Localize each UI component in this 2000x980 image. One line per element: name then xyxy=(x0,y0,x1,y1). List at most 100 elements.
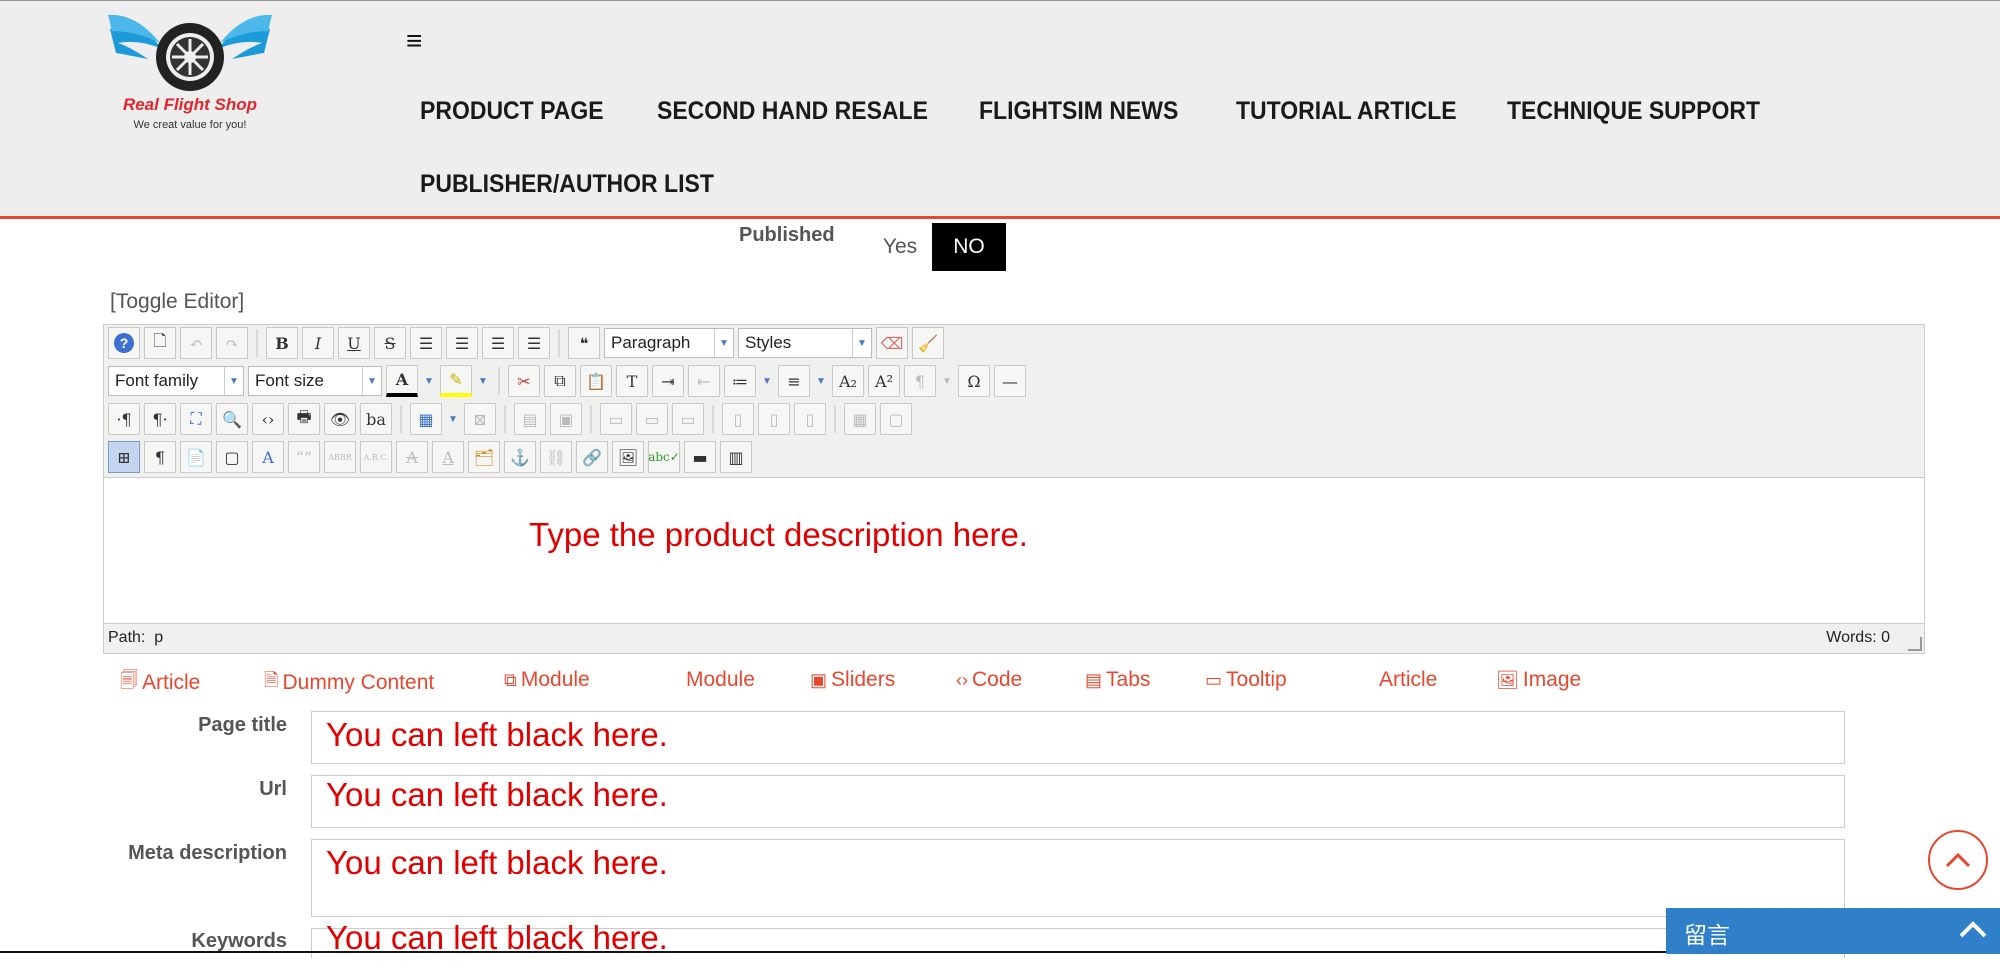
delete-column-icon[interactable]: ▯ xyxy=(794,403,826,435)
paste-icon[interactable]: 📋 xyxy=(580,365,612,397)
nav-second-hand-resale[interactable]: SECOND HAND RESALE xyxy=(657,97,928,126)
numbered-list-icon[interactable]: ≔ xyxy=(724,365,756,397)
chevron-down-icon[interactable]: ▼ xyxy=(476,365,490,397)
outdent-icon[interactable]: ⇤ xyxy=(688,365,720,397)
site-logo[interactable]: Real Flight Shop We creat value for you! xyxy=(100,9,280,139)
nav-tutorial-article[interactable]: TUTORIAL ARTICLE xyxy=(1236,97,1457,126)
styles-select[interactable]: Styles ▼ xyxy=(738,328,872,358)
keywords-input[interactable]: You can left black here. xyxy=(311,919,1845,958)
insert-row-before-icon[interactable]: ▭ xyxy=(600,403,632,435)
published-no-button[interactable]: NO xyxy=(932,223,1006,271)
chevron-down-icon[interactable]: ▼ xyxy=(814,365,828,397)
source-code-icon[interactable]: ‹› xyxy=(252,403,284,435)
blockquote-icon[interactable]: ❝ xyxy=(568,327,600,359)
editor-content-area[interactable]: Type the product description here. xyxy=(104,478,1924,625)
ext-dummy-content-button[interactable]: 🗎 Dummy Content xyxy=(264,668,434,698)
show-blocks-icon[interactable]: ¶ xyxy=(144,441,176,473)
layer-icon[interactable]: ▢ xyxy=(216,441,248,473)
link-icon[interactable]: 🔗 xyxy=(576,441,608,473)
ext-sliders-button[interactable]: ▣ Sliders xyxy=(810,668,895,692)
special-character-icon[interactable]: Ω xyxy=(958,365,990,397)
preview-icon[interactable]: 🔍 xyxy=(216,403,248,435)
nav-publisher-author-list[interactable]: PUBLISHER/AUTHOR LIST xyxy=(420,170,714,199)
paste-text-icon[interactable]: T xyxy=(616,365,648,397)
merge-cells-icon[interactable]: ▢ xyxy=(880,403,912,435)
abbreviation-icon[interactable]: ABBR xyxy=(324,441,356,473)
scroll-to-top-button[interactable] xyxy=(1928,830,1988,890)
deletion-icon[interactable]: A xyxy=(396,441,428,473)
cut-icon[interactable]: ✂ xyxy=(508,365,540,397)
unlink-icon[interactable]: ⛓ xyxy=(540,441,572,473)
chevron-down-icon[interactable]: ▼ xyxy=(760,365,774,397)
ext-code-button[interactable]: ‹› Code xyxy=(956,668,1022,692)
search-binoculars-icon[interactable]: 👁 xyxy=(324,403,356,435)
bold-icon[interactable]: B xyxy=(266,327,298,359)
menu-hamburger-icon[interactable]: ≡ xyxy=(406,27,422,55)
ext-article-link-button[interactable]: Article xyxy=(1379,668,1437,692)
delete-row-icon[interactable]: ▭ xyxy=(672,403,704,435)
insert-table-icon[interactable]: ▦ xyxy=(410,403,442,435)
acronym-icon[interactable]: A.B.C. xyxy=(360,441,392,473)
new-document-icon[interactable]: 🗋 xyxy=(144,327,176,359)
font-family-select[interactable]: Font family ▼ xyxy=(108,366,244,396)
path-value[interactable]: p xyxy=(154,629,163,646)
superscript-icon[interactable]: A² xyxy=(868,365,900,397)
delete-table-icon[interactable]: ⊠ xyxy=(464,403,496,435)
visual-aid-icon[interactable]: ⊞ xyxy=(108,441,140,473)
search-replace-icon[interactable]: ba xyxy=(360,403,392,435)
styles-props-icon[interactable]: A xyxy=(252,441,284,473)
insert-column-after-icon[interactable]: ▯ xyxy=(758,403,790,435)
chevron-down-icon[interactable]: ▼ xyxy=(446,403,460,435)
chevron-down-icon[interactable]: ▼ xyxy=(940,365,954,397)
ext-article-button[interactable]: 🗐 Article xyxy=(120,668,200,698)
fullscreen-icon[interactable]: ⛶ xyxy=(180,403,212,435)
ext-tooltip-button[interactable]: ▭ Tooltip xyxy=(1205,668,1287,692)
print-icon[interactable]: 🖶 xyxy=(288,403,320,435)
format-select[interactable]: Paragraph ▼ xyxy=(604,328,734,358)
ext-image-button[interactable]: 🖼 Image xyxy=(1496,668,1581,692)
eraser-icon[interactable]: ⌫ xyxy=(876,327,908,359)
text-color-icon[interactable]: A xyxy=(386,365,418,397)
copy-icon[interactable]: ⧉ xyxy=(544,365,576,397)
nav-flightsim-news[interactable]: FLIGHTSIM NEWS xyxy=(979,97,1178,126)
indent-icon[interactable]: ⇥ xyxy=(652,365,684,397)
italic-icon[interactable]: I xyxy=(302,327,334,359)
spellcheck-icon[interactable]: abc✓ xyxy=(648,441,680,473)
chat-widget-bar[interactable]: 留言 xyxy=(1666,908,2000,954)
published-yes-button[interactable]: Yes xyxy=(870,223,930,271)
ext-module-position-button[interactable]: Module xyxy=(686,668,755,692)
editor-content-text[interactable]: Type the product description here. xyxy=(529,516,1028,554)
highlight-color-icon[interactable]: ✎ xyxy=(440,365,472,397)
redo-icon[interactable]: ↷ xyxy=(216,327,248,359)
align-left-icon[interactable]: ☰ xyxy=(482,327,514,359)
url-input[interactable]: You can left black here. xyxy=(311,775,1845,828)
font-size-select[interactable]: Font size ▼ xyxy=(248,366,382,396)
rtl-paragraph-icon[interactable]: ¶· xyxy=(144,403,176,435)
ltr-paragraph-icon[interactable]: ·¶ xyxy=(108,403,140,435)
toggle-editor-link[interactable]: [Toggle Editor] xyxy=(110,290,244,314)
page-title-input[interactable]: You can left black here. xyxy=(311,711,1845,764)
attributes-icon[interactable]: 🗂 xyxy=(468,441,500,473)
insert-row-after-icon[interactable]: ▭ xyxy=(636,403,668,435)
align-center-icon[interactable]: ☰ xyxy=(446,327,478,359)
cleanup-broom-icon[interactable]: 🧹 xyxy=(912,327,944,359)
template-icon[interactable]: 📄 xyxy=(180,441,212,473)
strikethrough-icon[interactable]: S xyxy=(374,327,406,359)
split-cells-icon[interactable]: ▦ xyxy=(844,403,876,435)
help-icon[interactable]: ? xyxy=(108,327,140,359)
nav-technique-support[interactable]: TECHNIQUE SUPPORT xyxy=(1507,97,1760,126)
text-direction-icon[interactable]: ¶ xyxy=(904,365,936,397)
align-right-icon[interactable]: ☰ xyxy=(518,327,550,359)
read-more-icon[interactable]: ▥ xyxy=(720,441,752,473)
horizontal-line-icon[interactable]: ▬ xyxy=(684,441,716,473)
image-icon[interactable]: 🖼 xyxy=(612,441,644,473)
anchor-icon[interactable]: ⚓ xyxy=(504,441,536,473)
chevron-down-icon[interactable]: ▼ xyxy=(422,365,436,397)
resize-handle-icon[interactable] xyxy=(1908,637,1922,651)
nav-product-page[interactable]: PRODUCT PAGE xyxy=(420,97,604,126)
insert-column-before-icon[interactable]: ▯ xyxy=(722,403,754,435)
bullet-list-icon[interactable]: ≡ xyxy=(778,365,810,397)
subscript-icon[interactable]: A₂ xyxy=(832,365,864,397)
undo-icon[interactable]: ↶ xyxy=(180,327,212,359)
horizontal-rule-icon[interactable]: — xyxy=(994,365,1026,397)
